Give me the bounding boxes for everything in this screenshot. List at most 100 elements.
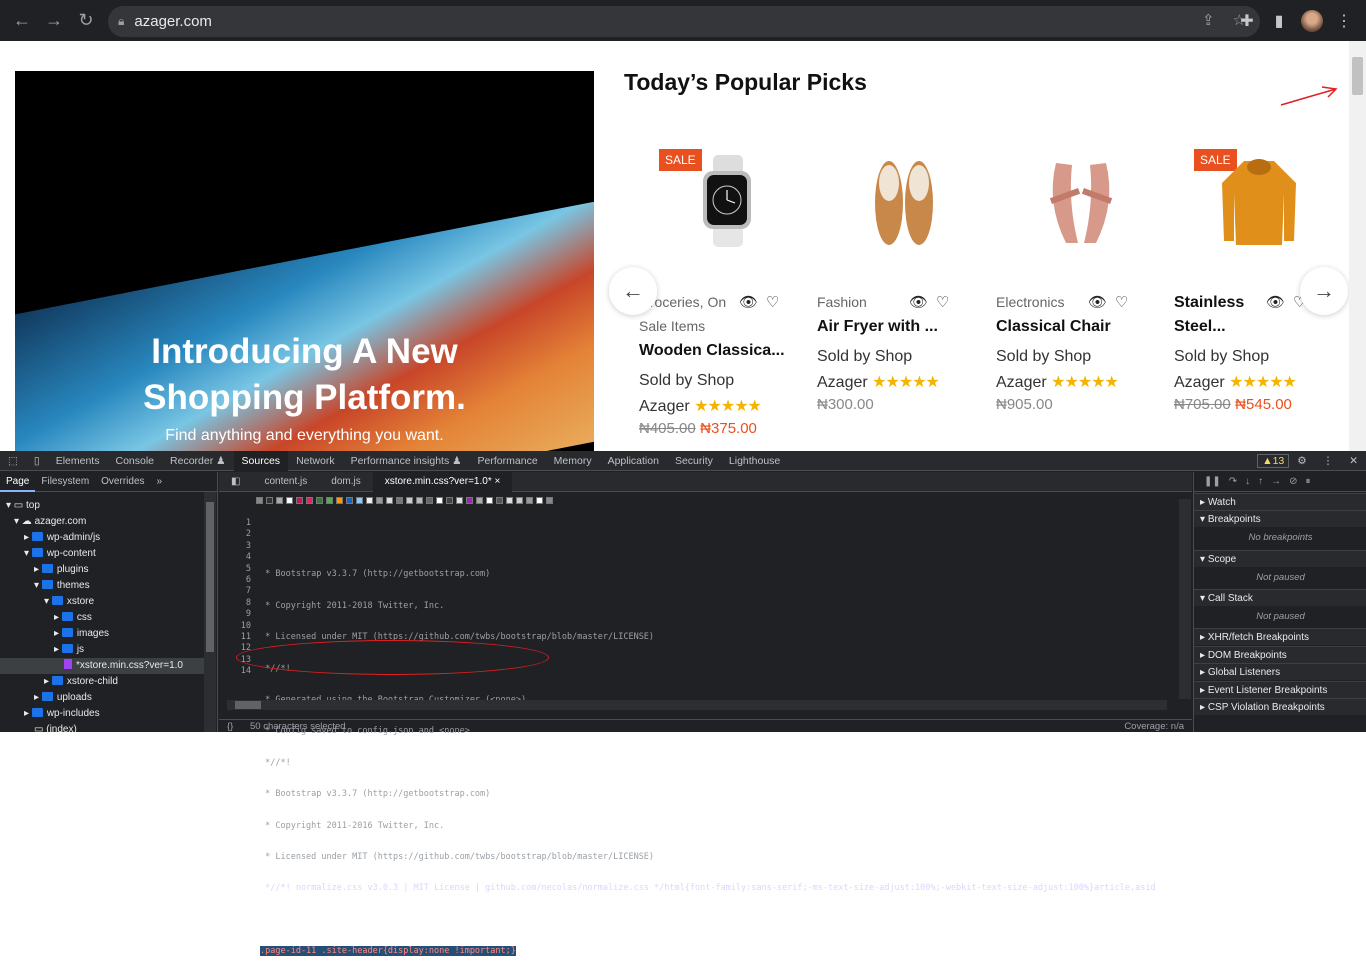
tab-security[interactable]: Security [667, 451, 721, 471]
section-watch[interactable]: ▸ Watch [1194, 493, 1366, 510]
tab-performance[interactable]: Performance [470, 451, 546, 471]
code-content[interactable]: * Bootstrap v3.3.7 (http://getbootstrap.… [260, 518, 1176, 977]
eye-icon[interactable]: 👁︎ [909, 293, 928, 311]
hero-banner[interactable]: Introducing A New Shopping Platform. Fin… [15, 71, 594, 451]
editor-tab[interactable]: content.js [252, 472, 319, 492]
product-name[interactable]: Air Fryer with ... [817, 318, 938, 336]
tree-item[interactable]: ▸ wp-includes [24, 706, 100, 722]
share-icon[interactable]: ⇪ [1202, 11, 1215, 29]
more-icon[interactable]: ⋮ [1315, 451, 1342, 471]
product-seller: Sold by Shop [996, 348, 1092, 365]
section-dom-breakpoints[interactable]: ▸ DOM Breakpoints [1194, 646, 1366, 663]
warnings-badge[interactable]: ▲13 [1257, 453, 1290, 468]
tree-item[interactable]: ▸ plugins [34, 562, 89, 578]
carousel-prev-button[interactable]: ← [609, 267, 657, 315]
section-call-stack[interactable]: ▾ Call Stack [1194, 589, 1366, 606]
reload-icon[interactable]: ↻ [70, 5, 102, 37]
step-over-icon[interactable]: ↷ [1229, 476, 1237, 487]
editor-vscrollbar[interactable] [1179, 499, 1191, 699]
forward-icon[interactable]: → [38, 5, 70, 37]
editor-tab-active[interactable]: xstore.min.css?ver=1.0* × [372, 471, 513, 492]
section-event-listener-breakpoints[interactable]: ▸ Event Listener Breakpoints [1194, 681, 1366, 698]
section-breakpoints[interactable]: ▾ Breakpoints [1194, 510, 1366, 527]
device-toggle-icon[interactable]: ▯ [26, 451, 48, 471]
product-category[interactable]: Electronics [996, 294, 1064, 310]
heart-icon[interactable]: ♡ [1115, 293, 1128, 311]
product-name[interactable]: Wooden Classica... [639, 342, 785, 360]
gear-icon[interactable]: ⚙ [1289, 451, 1314, 471]
product-image [703, 155, 751, 247]
hero-title: Introducing A New Shopping Platform. [143, 332, 466, 417]
tab-lighthouse[interactable]: Lighthouse [721, 451, 788, 471]
toggle-navigator-icon[interactable]: ◧ [219, 472, 252, 492]
tree-item[interactable]: ▸ css [54, 610, 92, 626]
code-editor: ◧ content.js dom.js xstore.min.css?ver=1… [219, 471, 1192, 957]
extensions-icon[interactable]: ✚ [1234, 8, 1260, 34]
tab-elements[interactable]: Elements [48, 451, 108, 471]
tree-item[interactable]: ▾ wp-content [24, 546, 96, 562]
product-image [1049, 163, 1113, 243]
tree-item[interactable]: ▸ xstore-child [44, 674, 118, 690]
product-category[interactable]: Fashion [817, 294, 867, 310]
tab-filesystem[interactable]: Filesystem [35, 472, 95, 492]
heart-icon[interactable]: ♡ [766, 293, 779, 311]
page-scrollbar[interactable] [1349, 41, 1366, 451]
product-name-line2[interactable]: Steel... [1174, 318, 1226, 336]
product-name[interactable]: Classical Chair [996, 318, 1111, 336]
menu-icon[interactable]: ⋮ [1331, 8, 1357, 34]
tree-item[interactable]: ▸ images [54, 626, 109, 642]
section-csp-breakpoints[interactable]: ▸ CSP Violation Breakpoints [1194, 698, 1366, 715]
product-seller: Sold by Shop [1174, 348, 1270, 365]
annotation-arrow-icon [1280, 86, 1338, 106]
step-icon[interactable]: → [1271, 476, 1281, 487]
eye-icon[interactable]: 👁︎ [1266, 293, 1285, 311]
editor-tab[interactable]: dom.js [319, 472, 372, 492]
section-scope[interactable]: ▾ Scope [1194, 550, 1366, 567]
tree-item[interactable]: ▾ ☁ azager.com [14, 514, 86, 530]
step-out-icon[interactable]: ↑ [1258, 476, 1263, 487]
rating-stars: ★★★★★ [872, 374, 940, 391]
eye-icon[interactable]: 👁︎ [1088, 293, 1107, 311]
tree-item[interactable]: ▾ themes [34, 578, 90, 594]
tree-item[interactable]: ▸ wp-admin/js [24, 530, 100, 546]
tree-item-selected[interactable]: *xstore.min.css?ver=1.0 [0, 658, 204, 674]
tree-item[interactable]: ▾ xstore [44, 594, 94, 610]
tree-item[interactable]: ▸ uploads [34, 690, 92, 706]
tab-overrides[interactable]: Overrides [95, 472, 150, 492]
color-swatches [256, 497, 553, 505]
pause-icon[interactable]: ❚❚ [1204, 476, 1221, 487]
deactivate-breakpoints-icon[interactable]: ⊘ [1289, 476, 1297, 487]
tab-page[interactable]: Page [0, 472, 36, 492]
section-global-listeners[interactable]: ▸ Global Listeners [1194, 663, 1366, 680]
tab-performance-insights[interactable]: Performance insights ♟ [343, 451, 470, 471]
navigator-scrollbar[interactable] [204, 492, 216, 732]
more-tabs-icon[interactable]: » [151, 472, 169, 492]
tree-item[interactable]: ▾ ▭ top [6, 498, 40, 514]
inspect-icon[interactable]: ⬚ [0, 451, 26, 471]
tree-item[interactable]: ▭ (index) [34, 722, 77, 732]
close-icon[interactable]: ✕ [1341, 451, 1366, 471]
product-subcategory[interactable]: Sale Items [639, 318, 705, 334]
tab-recorder[interactable]: Recorder ♟ [162, 451, 234, 471]
tab-memory[interactable]: Memory [546, 451, 600, 471]
rating-stars: ★★★★★ [1229, 374, 1297, 391]
tab-sources[interactable]: Sources [233, 450, 289, 471]
product-name[interactable]: Stainless [1174, 294, 1244, 312]
tree-item[interactable]: ▸ js [54, 642, 84, 658]
address-bar[interactable]: 🔒︎ azager.com ⇪ ☆ [108, 6, 1260, 37]
back-icon[interactable]: ← [6, 5, 38, 37]
side-panel-icon[interactable]: ▮ [1266, 8, 1292, 34]
tab-network[interactable]: Network [288, 451, 343, 471]
step-into-icon[interactable]: ↓ [1245, 476, 1250, 487]
tab-application[interactable]: Application [600, 451, 667, 471]
product-image [1222, 159, 1296, 245]
format-icon[interactable]: {} [227, 721, 233, 732]
eye-icon[interactable]: 👁︎ [739, 293, 758, 311]
tab-console[interactable]: Console [107, 451, 162, 471]
heart-icon[interactable]: ♡ [936, 293, 949, 311]
avatar[interactable] [1301, 10, 1323, 32]
editor-hscrollbar[interactable] [227, 700, 1167, 710]
carousel-next-button[interactable]: → [1300, 267, 1348, 315]
pause-exceptions-icon[interactable]: ⏸ [1306, 476, 1311, 487]
section-xhr-breakpoints[interactable]: ▸ XHR/fetch Breakpoints [1194, 628, 1366, 645]
